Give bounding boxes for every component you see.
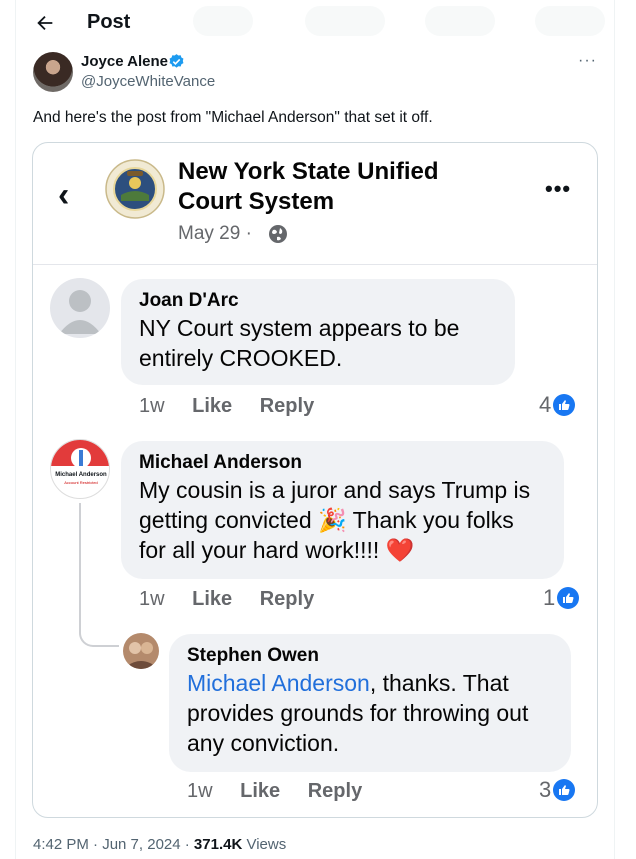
comment-time: 1w — [139, 395, 165, 417]
party-popper-emoji: 🎉 — [318, 507, 347, 533]
thread-connector — [79, 613, 119, 647]
comment-bubble: Michael Anderson My cousin is a juror an… — [121, 441, 564, 579]
stephen-owen-avatar — [123, 633, 159, 669]
top-bar: Post — [15, 0, 615, 48]
like-button: Like — [192, 588, 233, 610]
comment-text: My cousin is a juror and says Trump is g… — [139, 475, 546, 565]
comment-time: 1w — [187, 780, 213, 802]
view-count: 371.4K — [193, 836, 243, 853]
verified-badge-icon — [169, 54, 184, 68]
author-avatar[interactable] — [33, 52, 73, 92]
reaction-number: 3 — [539, 777, 552, 802]
comment-actions: 1w Like Reply — [139, 588, 336, 611]
embedded-screenshot[interactable]: ‹ New York State Unified Court System Ma… — [32, 142, 598, 818]
reply-button: Reply — [259, 395, 315, 417]
like-button: Like — [192, 395, 233, 417]
more-icon: ••• — [545, 176, 572, 201]
avatar-label: Michael Anderson — [55, 472, 107, 478]
comment-time: 1w — [139, 588, 165, 610]
views-label: Views — [242, 836, 287, 853]
comment-bubble: Joan D'Arc NY Court system appears to be… — [121, 279, 515, 385]
post-meta: 4:42 PM · Jun 7, 2024 · 371.4K Views — [33, 836, 286, 853]
faded-header-item — [535, 6, 605, 36]
globe-icon — [269, 225, 287, 243]
commenter-name: Michael Anderson — [139, 452, 302, 473]
post-text: And here's the post from "Michael Anders… — [33, 109, 433, 126]
comment-text: NY Court system appears to be entirely C… — [139, 315, 460, 371]
avatar-sublabel: Account Restricted — [64, 480, 98, 485]
reaction-count: 4 — [539, 392, 576, 418]
more-icon[interactable]: ··· — [578, 52, 597, 70]
faded-header-item — [305, 6, 385, 36]
back-arrow-icon[interactable] — [34, 12, 56, 34]
reply-button: Reply — [307, 780, 363, 802]
author-name[interactable]: Joyce Alene — [81, 53, 168, 70]
like-thumb-icon — [553, 394, 576, 416]
page-title: Post — [87, 11, 131, 33]
reaction-number: 1 — [543, 585, 556, 610]
faded-header-item — [425, 6, 495, 36]
reaction-number: 4 — [539, 392, 552, 417]
author-handle[interactable]: @JoyceWhiteVance — [81, 73, 215, 90]
reaction-count: 1 — [543, 585, 580, 611]
comment-actions: 1w Like Reply — [139, 395, 336, 418]
reply-button: Reply — [259, 588, 315, 610]
mention-link: Michael Anderson — [187, 670, 370, 696]
default-avatar — [50, 278, 110, 338]
commenter-name: Joan D'Arc — [139, 290, 239, 311]
comment-actions: 1w Like Reply — [187, 780, 384, 803]
facebook-post-header: ‹ New York State Unified Court System Ma… — [33, 143, 597, 265]
commenter-name: Stephen Owen — [187, 645, 319, 666]
post-date: May 29 · — [178, 223, 252, 244]
chevron-left-icon: ‹ — [58, 176, 70, 214]
like-thumb-icon — [557, 587, 580, 609]
court-seal-logo — [105, 159, 165, 219]
like-button: Like — [240, 780, 281, 802]
heart-emoji: ❤️ — [385, 537, 415, 563]
comment-text: Michael Anderson, thanks. That provides … — [187, 668, 553, 758]
thread-line — [79, 503, 81, 631]
comment-bubble: Stephen Owen Michael Anderson, thanks. T… — [169, 634, 571, 772]
michael-anderson-avatar: Michael Anderson Account Restricted — [50, 439, 110, 499]
like-thumb-icon — [553, 779, 576, 801]
reaction-count: 3 — [539, 777, 576, 803]
page-name: New York State Unified Court System — [178, 158, 439, 215]
faded-header-item — [193, 6, 253, 36]
post-timestamp[interactable]: 4:42 PM · Jun 7, 2024 · — [33, 836, 194, 853]
